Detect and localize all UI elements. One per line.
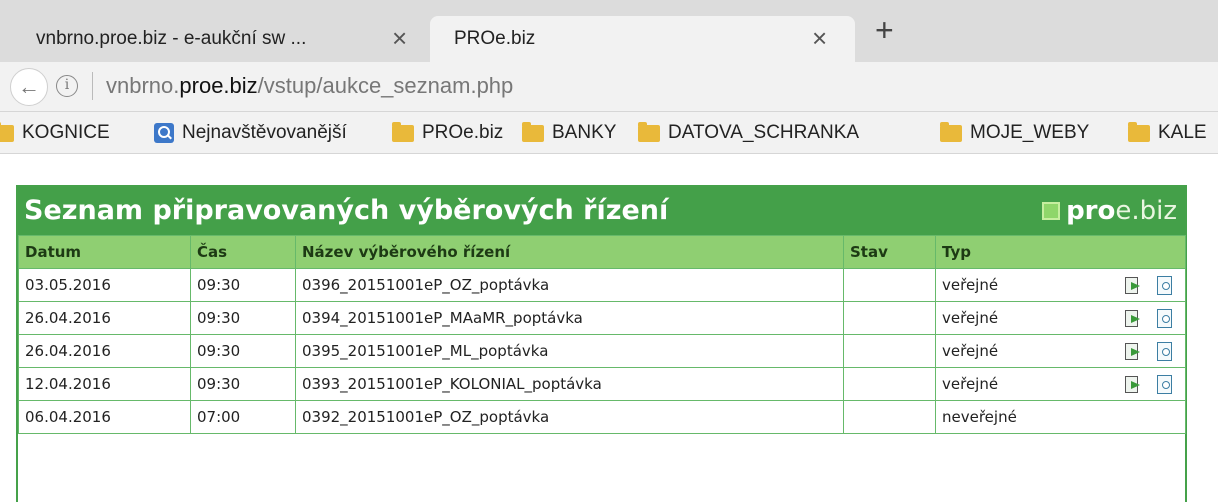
typ-label: veřejné xyxy=(942,309,999,327)
cell-typ: veřejné xyxy=(935,268,1186,302)
folder-icon xyxy=(940,121,962,142)
cell-date: 12.04.2016 xyxy=(18,367,191,401)
view-detail-icon[interactable] xyxy=(1155,374,1175,394)
folder-icon xyxy=(638,121,660,142)
bookmark-label: DATOVA_SCHRANKA xyxy=(668,122,860,143)
cell-typ: veřejné xyxy=(935,334,1186,368)
cell-date: 03.05.2016 xyxy=(18,268,191,302)
bookmark-label: KALE xyxy=(1158,122,1207,143)
cell-name: 0396_20151001eP_OZ_poptávka xyxy=(295,268,844,302)
enter-auction-icon[interactable] xyxy=(1123,308,1143,328)
back-arrow-icon[interactable]: ← xyxy=(10,68,48,106)
cell-time: 09:30 xyxy=(190,334,296,368)
cell-date: 26.04.2016 xyxy=(18,334,191,368)
bookmark-kale[interactable]: KALE xyxy=(1128,120,1207,146)
view-detail-icon[interactable] xyxy=(1155,275,1175,295)
cell-stav xyxy=(843,334,936,368)
cell-name: 0392_20151001eP_OZ_poptávka xyxy=(295,400,844,434)
bookmark-label: BANKY xyxy=(552,122,617,143)
folder-icon xyxy=(392,121,414,142)
column-header-nazev[interactable]: Název výběrového řízení xyxy=(295,235,844,269)
bookmark-nejnavstevovanejsi[interactable]: Nejnavštěvovanější xyxy=(154,120,347,146)
url-field[interactable]: vnbrno.proe.biz/vstup/aukce_seznam.php xyxy=(106,73,513,99)
cell-stav xyxy=(843,400,936,434)
cell-name: 0395_20151001eP_ML_poptávka xyxy=(295,334,844,368)
close-tab-icon[interactable]: × xyxy=(392,25,407,51)
browser-tab-2-active[interactable]: PROe.biz × xyxy=(430,16,855,62)
close-tab-icon[interactable]: × xyxy=(812,25,827,51)
search-icon xyxy=(154,123,174,143)
auction-table: Datum Čas Název výběrového řízení Stav T… xyxy=(18,235,1186,434)
row-actions xyxy=(1123,341,1175,361)
cell-typ: veřejné xyxy=(935,367,1186,401)
row-actions xyxy=(1123,308,1175,328)
enter-auction-icon[interactable] xyxy=(1123,275,1143,295)
table-row: 06.04.2016 07:00 0392_20151001eP_OZ_popt… xyxy=(18,400,1186,434)
url-domain: proe.biz xyxy=(179,73,258,98)
bookmark-moje-weby[interactable]: MOJE_WEBY xyxy=(940,120,1089,146)
proebiz-logo: proe.biz xyxy=(1042,196,1177,226)
address-bar: ← i vnbrno.proe.biz/vstup/aukce_seznam.p… xyxy=(0,62,1218,112)
logo-square-icon xyxy=(1042,202,1061,220)
folder-icon xyxy=(1128,121,1150,142)
address-separator xyxy=(92,72,93,100)
bookmark-proe-biz[interactable]: PROe.biz xyxy=(392,120,503,146)
cell-typ: veřejné xyxy=(935,301,1186,335)
enter-auction-icon[interactable] xyxy=(1123,374,1143,394)
cell-time: 09:30 xyxy=(190,301,296,335)
cell-name: 0393_20151001eP_KOLONIAL_poptávka xyxy=(295,367,844,401)
column-header-cas[interactable]: Čas xyxy=(190,235,296,269)
cell-stav xyxy=(843,301,936,335)
cell-time: 09:30 xyxy=(190,367,296,401)
table-header-row: Datum Čas Název výběrového řízení Stav T… xyxy=(18,235,1186,269)
logo-bold: pro xyxy=(1066,196,1116,226)
enter-auction-icon[interactable] xyxy=(1123,341,1143,361)
auction-list-panel: Seznam připravovaných výběrových řízení … xyxy=(16,185,1187,502)
info-icon[interactable]: i xyxy=(56,75,78,97)
bookmark-kognice[interactable]: KOGNICE xyxy=(0,120,110,146)
typ-label: neveřejné xyxy=(942,408,1017,426)
tab-title: PROe.biz xyxy=(454,28,536,49)
typ-label: veřejné xyxy=(942,342,999,360)
bookmark-label: PROe.biz xyxy=(422,122,504,143)
row-actions xyxy=(1123,275,1175,295)
table-row: 26.04.2016 09:30 0394_20151001eP_MAaMR_p… xyxy=(18,301,1186,335)
page-title: Seznam připravovaných výběrových řízení xyxy=(24,195,669,226)
cell-time: 07:00 xyxy=(190,400,296,434)
column-header-typ[interactable]: Typ xyxy=(935,235,1186,269)
view-detail-icon[interactable] xyxy=(1155,341,1175,361)
bookmarks-bar: KOGNICE Nejnavštěvovanější PROe.biz BANK… xyxy=(0,112,1218,154)
cell-time: 09:30 xyxy=(190,268,296,302)
table-row: 26.04.2016 09:30 0395_20151001eP_ML_popt… xyxy=(18,334,1186,368)
tab-title: vnbrno.proe.biz - e-aukční sw ... xyxy=(36,28,307,49)
row-actions xyxy=(1123,374,1175,394)
cell-date: 06.04.2016 xyxy=(18,400,191,434)
logo-rest: e.biz xyxy=(1115,196,1177,226)
bookmark-label: Nejnavštěvovanější xyxy=(182,122,347,143)
bookmark-datova-schranka[interactable]: DATOVA_SCHRANKA xyxy=(638,120,859,146)
folder-icon xyxy=(0,121,14,142)
browser-tab-1[interactable]: vnbrno.proe.biz - e-aukční sw ... × xyxy=(0,16,430,62)
cell-date: 26.04.2016 xyxy=(18,301,191,335)
cell-typ: neveřejné xyxy=(935,400,1186,434)
url-path: /vstup/aukce_seznam.php xyxy=(257,73,514,98)
table-row: 12.04.2016 09:30 0393_20151001eP_KOLONIA… xyxy=(18,367,1186,401)
bookmark-label: KOGNICE xyxy=(22,122,110,143)
bookmark-label: MOJE_WEBY xyxy=(970,122,1090,143)
typ-label: veřejné xyxy=(942,276,999,294)
browser-tab-strip: vnbrno.proe.biz - e-aukční sw ... × PROe… xyxy=(0,0,1218,62)
bookmark-banky[interactable]: BANKY xyxy=(522,120,616,146)
folder-icon xyxy=(522,121,544,142)
column-header-datum[interactable]: Datum xyxy=(18,235,191,269)
column-header-stav[interactable]: Stav xyxy=(843,235,936,269)
cell-stav xyxy=(843,268,936,302)
typ-label: veřejné xyxy=(942,375,999,393)
panel-header: Seznam připravovaných výběrových řízení … xyxy=(18,187,1185,235)
cell-name: 0394_20151001eP_MAaMR_poptávka xyxy=(295,301,844,335)
cell-stav xyxy=(843,367,936,401)
view-detail-icon[interactable] xyxy=(1155,308,1175,328)
new-tab-button[interactable]: + xyxy=(875,14,894,46)
table-row: 03.05.2016 09:30 0396_20151001eP_OZ_popt… xyxy=(18,268,1186,302)
url-prefix: vnbrno. xyxy=(106,73,180,98)
